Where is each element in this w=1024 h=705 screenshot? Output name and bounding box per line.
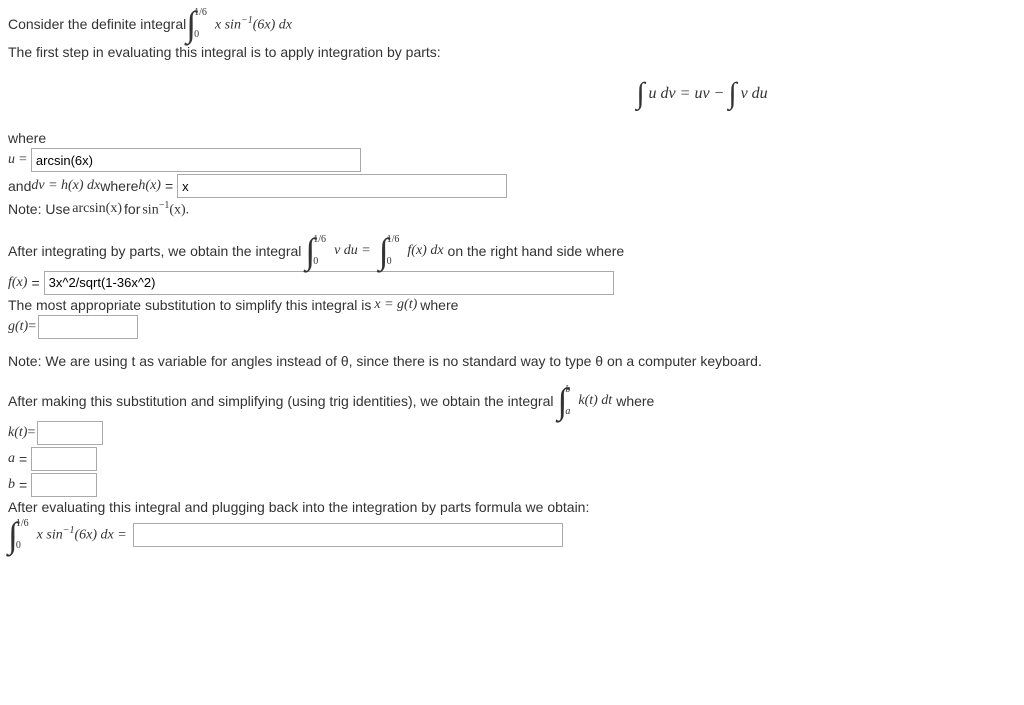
ibp-formula: ∫ u dv = uv − ∫ v du bbox=[8, 76, 1016, 112]
a-row: a = bbox=[8, 447, 1016, 471]
step-text: The first step in evaluating this integr… bbox=[8, 44, 1016, 60]
final-input[interactable] bbox=[133, 523, 563, 547]
kt-row: k(t) = bbox=[8, 421, 1016, 445]
fx-row: f(x) = bbox=[8, 271, 1016, 295]
gt-input[interactable] bbox=[38, 315, 138, 339]
b-row: b = bbox=[8, 473, 1016, 497]
dv-row: and dv = h(x) dx where h(x) = bbox=[8, 174, 1016, 198]
kt-integral: ∫ b a k(t) dt bbox=[558, 383, 613, 419]
gt-row: g(t) = bbox=[8, 315, 1016, 339]
u-input[interactable] bbox=[31, 148, 361, 172]
kt-input[interactable] bbox=[37, 421, 103, 445]
where-label: where bbox=[8, 130, 1016, 146]
u-row: u = bbox=[8, 148, 1016, 172]
note-arcsin: Note: Use arcsin(x) for sin−1(x). bbox=[8, 200, 1016, 219]
final-line: After evaluating this integral and plugg… bbox=[8, 499, 1016, 515]
after-ibp-line: After integrating by parts, we obtain th… bbox=[8, 233, 1016, 269]
final-integral: ∫ 1/6 0 x sin−1(6x) dx = bbox=[8, 517, 127, 553]
final-row: ∫ 1/6 0 x sin−1(6x) dx = bbox=[8, 517, 1016, 553]
fx-integral: ∫ 1/6 0 f(x) dx bbox=[379, 233, 444, 269]
b-input[interactable] bbox=[31, 473, 97, 497]
intro-text: Consider the definite integral bbox=[8, 16, 186, 32]
hx-input[interactable] bbox=[177, 174, 507, 198]
after-sub-line: After making this substitution and simpl… bbox=[8, 383, 1016, 419]
main-integral: ∫ 1/6 0 x sin−1(6x) dx bbox=[186, 6, 292, 42]
sub-line: The most appropriate substitution to sim… bbox=[8, 297, 1016, 313]
a-input[interactable] bbox=[31, 447, 97, 471]
intro-line: Consider the definite integral ∫ 1/6 0 x… bbox=[8, 6, 1016, 42]
fx-input[interactable] bbox=[44, 271, 614, 295]
note-t: Note: We are using t as variable for ang… bbox=[8, 353, 1016, 369]
vdu-integral: ∫ 1/6 0 v du = bbox=[305, 233, 370, 269]
